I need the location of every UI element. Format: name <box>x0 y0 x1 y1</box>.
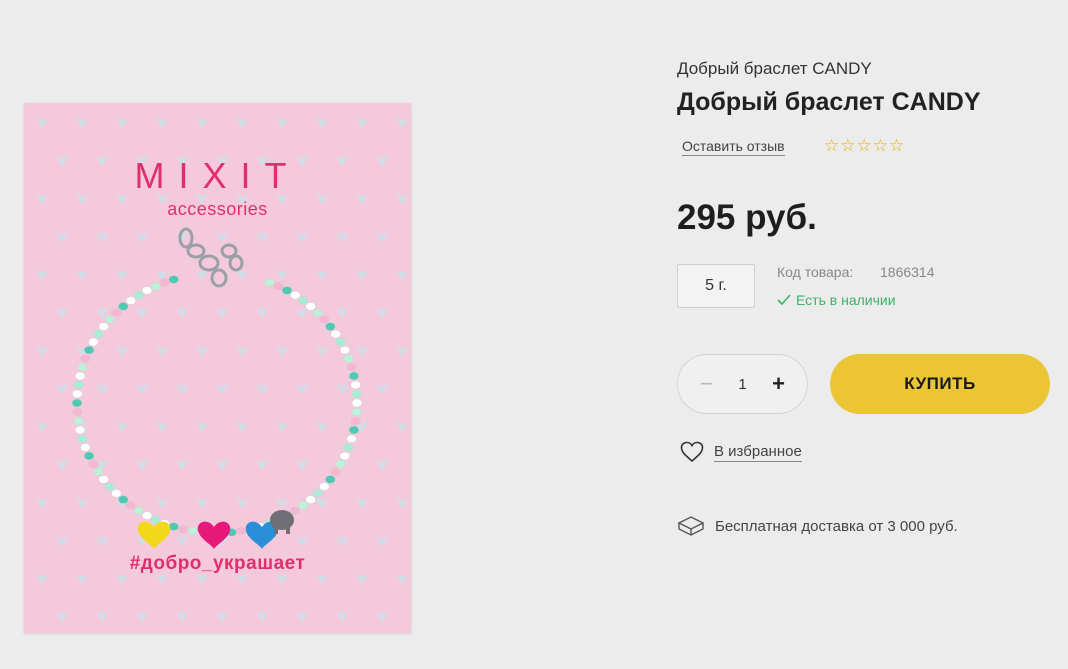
check-icon <box>777 294 791 306</box>
stock-status: Есть в наличии <box>777 292 896 308</box>
product-code-label: Код товара: <box>777 264 854 280</box>
product-code-value: 1866314 <box>880 264 935 280</box>
leave-review-link[interactable]: Оставить отзыв <box>682 138 785 156</box>
price: 295 руб. <box>677 198 817 237</box>
buy-button[interactable]: КУПИТЬ <box>830 354 1050 414</box>
delivery-info: Бесплатная доставка от 3 000 руб. <box>677 515 958 537</box>
product-subtitle: Добрый браслет CANDY <box>677 59 872 78</box>
box-icon <box>677 516 705 536</box>
card-hashtag: #добро_украшает <box>129 553 306 574</box>
add-to-favorites[interactable]: В избранное <box>680 441 802 463</box>
decrease-quantity-button[interactable]: − <box>700 371 713 397</box>
quantity-value[interactable]: 1 <box>738 376 746 393</box>
weight-option[interactable]: 5 г. <box>677 264 755 308</box>
brand-subtitle: accessories <box>167 199 268 219</box>
product-title: Добрый браслет CANDY <box>677 88 981 116</box>
favorites-label[interactable]: В избранное <box>714 443 802 462</box>
heart-icon <box>680 441 704 463</box>
stock-label: Есть в наличии <box>796 292 896 308</box>
brand-logo: MIXIT <box>134 155 301 196</box>
increase-quantity-button[interactable]: + <box>772 371 785 397</box>
quantity-stepper[interactable]: − 1 + <box>677 354 808 414</box>
rating-stars[interactable]: ☆☆☆☆☆ <box>824 136 905 156</box>
delivery-text: Бесплатная доставка от 3 000 руб. <box>715 517 958 535</box>
product-image[interactable]: MIXIT accessories #добро_украшает <box>24 103 411 633</box>
